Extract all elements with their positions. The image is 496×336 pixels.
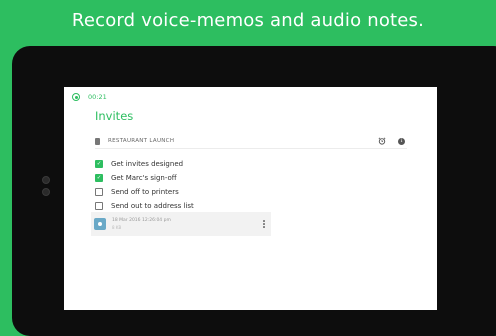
notebook-row[interactable]: RESTAURANT LAUNCH i (95, 134, 407, 149)
checklist-item-text[interactable]: Send out to address list (111, 202, 194, 210)
checkbox-unchecked[interactable] (95, 188, 103, 196)
audio-size: 8 KB (112, 225, 122, 230)
recording-time: 00:21 (88, 93, 107, 101)
alarm-clock-icon[interactable] (378, 137, 386, 145)
info-icon[interactable]: i (398, 137, 405, 145)
recording-bar[interactable]: 00:21 (72, 93, 107, 101)
checklist-item[interactable]: Send out to address list (95, 199, 194, 213)
notebook-icon (95, 137, 100, 145)
checklist-item-text[interactable]: Send off to printers (111, 188, 179, 196)
checklist-item[interactable]: Get invites designed (95, 157, 194, 171)
checkbox-checked[interactable] (95, 174, 103, 182)
checklist-item-text[interactable]: Get Marc's sign-off (111, 174, 177, 182)
app-screen: 00:21 Invites RESTAURANT LAUNCH i Get in… (64, 87, 437, 310)
checklist-item[interactable]: Send off to printers (95, 185, 194, 199)
more-options-icon[interactable] (261, 220, 267, 228)
audio-attachment[interactable]: 18 Mar 2016 12:26:04 pm 8 KB (91, 212, 271, 236)
camera-dot-icon (42, 176, 50, 184)
checkbox-unchecked[interactable] (95, 202, 103, 210)
notebook-label: RESTAURANT LAUNCH (108, 138, 175, 144)
audio-play-icon[interactable] (94, 218, 106, 230)
sensor-dot-icon (42, 188, 50, 196)
audio-meta: 18 Mar 2016 12:26:04 pm 8 KB (112, 218, 261, 230)
checklist: Get invites designed Get Marc's sign-off… (95, 157, 194, 213)
checklist-item[interactable]: Get Marc's sign-off (95, 171, 194, 185)
checklist-item-text[interactable]: Get invites designed (111, 160, 183, 168)
note-title[interactable]: Invites (95, 109, 133, 123)
promo-headline: Record voice-memos and audio notes. (71, 10, 425, 31)
audio-date: 18 Mar 2016 12:26:04 pm (112, 218, 171, 223)
checkbox-checked[interactable] (95, 160, 103, 168)
record-icon[interactable] (72, 93, 80, 101)
